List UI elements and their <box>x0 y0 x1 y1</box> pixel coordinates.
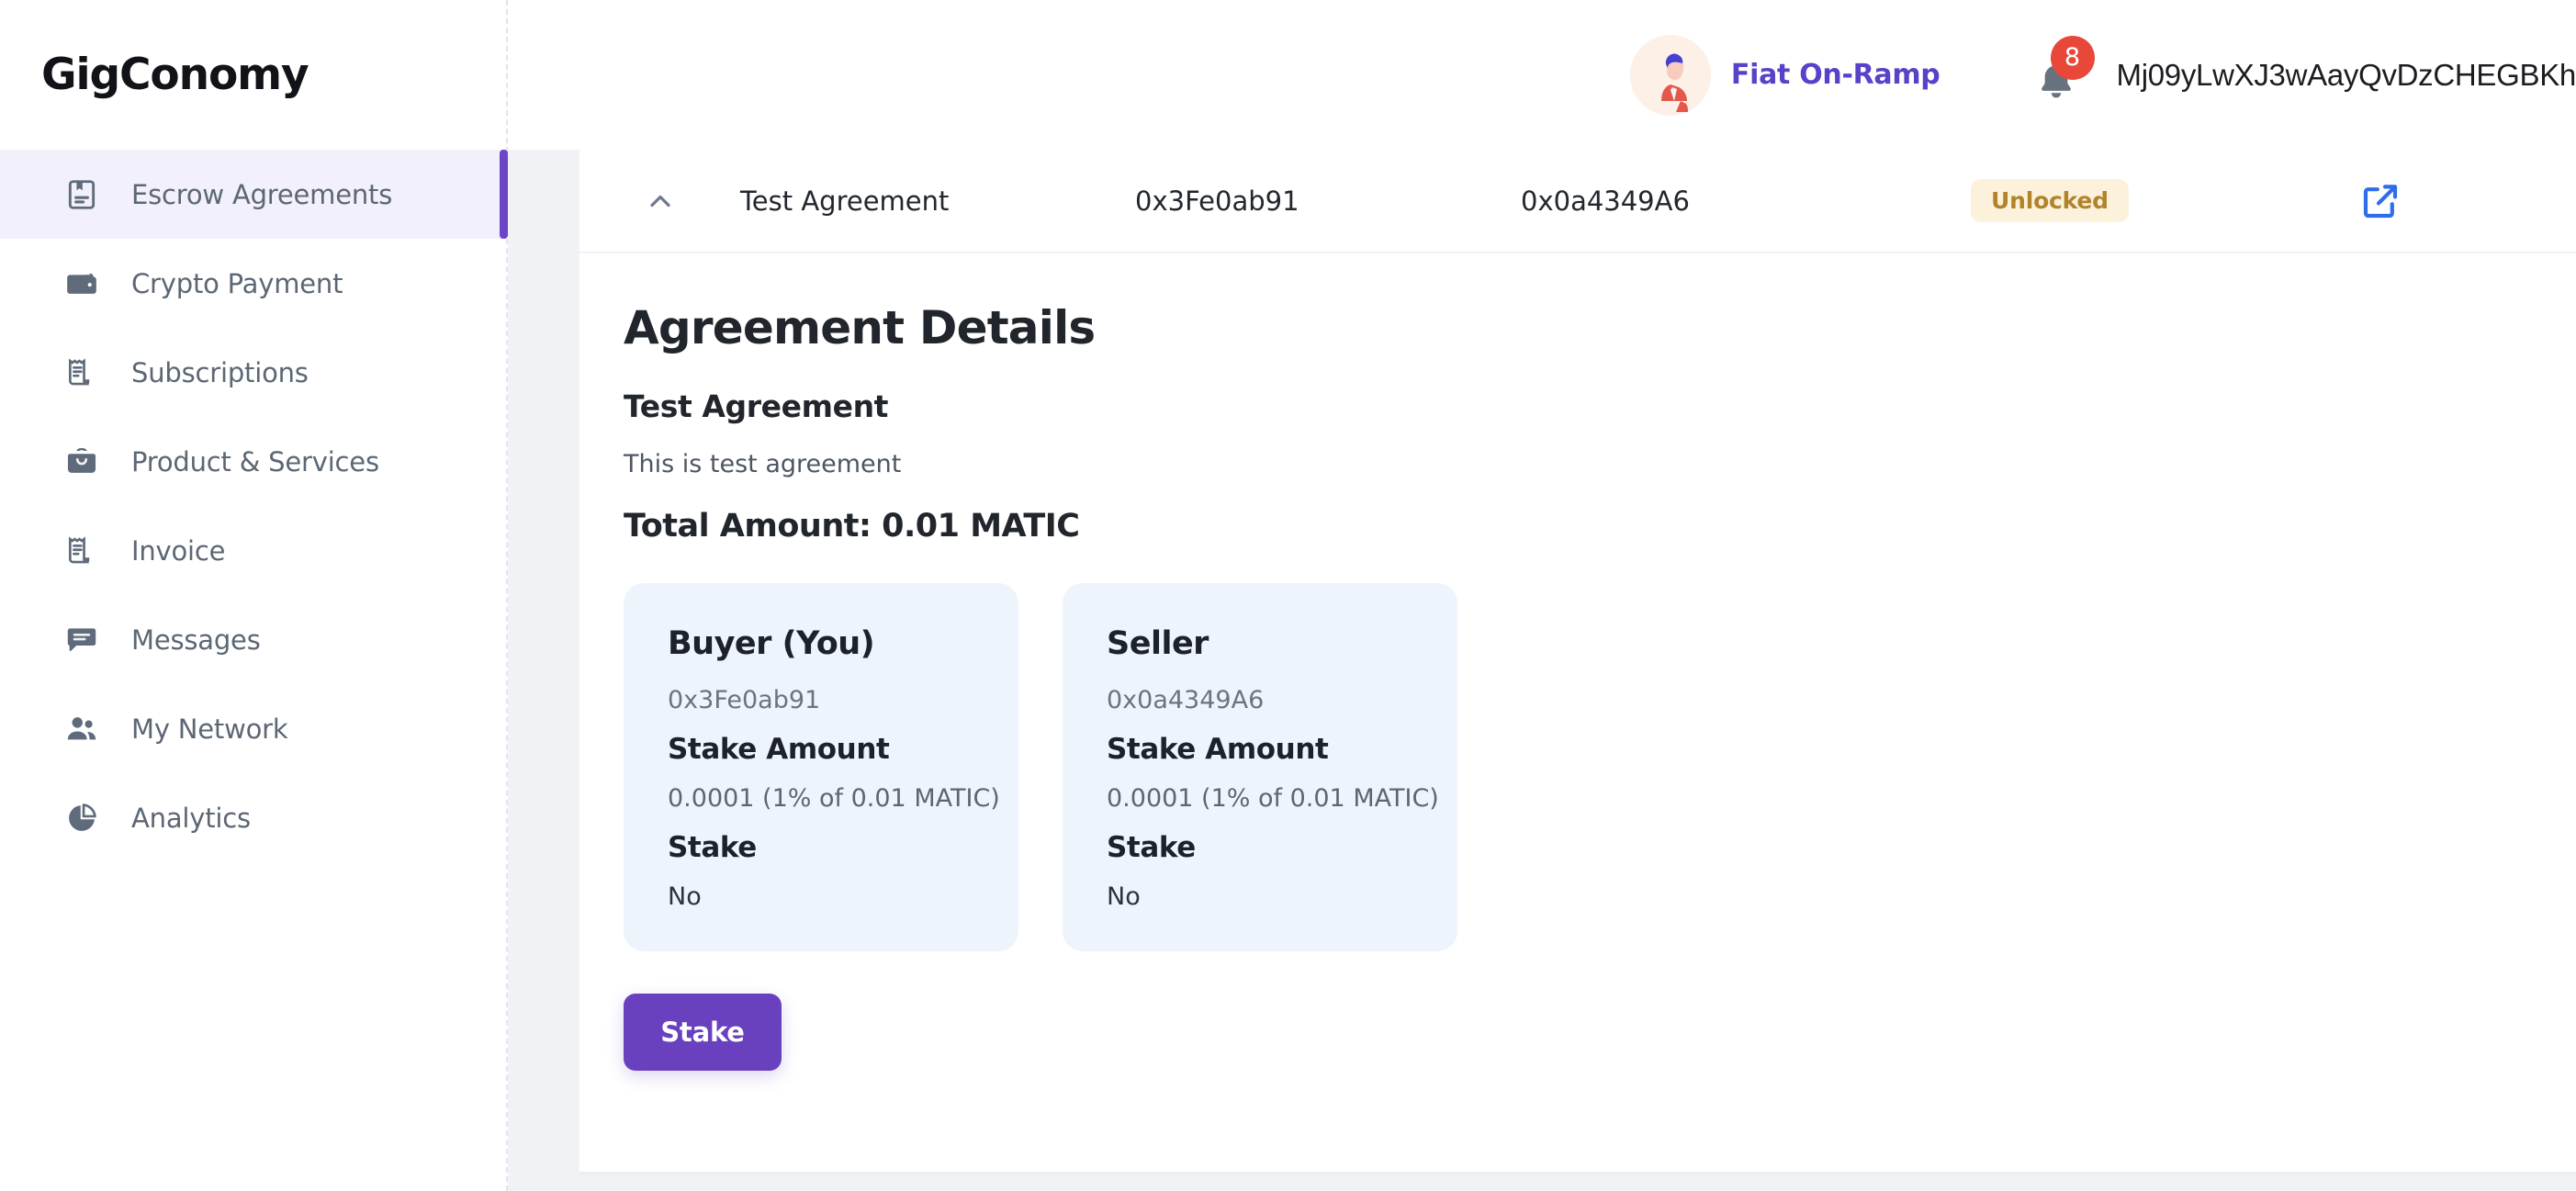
stake-button[interactable]: Stake <box>624 994 782 1071</box>
header-actions: Fiat On-Ramp 8 Mj09yLwXJ3wAayQvDzCHEGBKh <box>1629 0 2576 150</box>
card-bottom-divider <box>579 1172 2576 1174</box>
stake-value: No <box>1107 882 1141 911</box>
receipt-icon <box>62 532 101 570</box>
sidebar-item-subscriptions[interactable]: Subscriptions <box>0 328 506 417</box>
status-cell: Unlocked <box>1907 179 2338 222</box>
pie-chart-icon <box>62 799 101 837</box>
notification-bell-button[interactable]: 8 <box>2032 35 2095 104</box>
sidebar-item-invoice[interactable]: Invoice <box>0 506 506 595</box>
party-address: 0x0a4349A6 <box>1107 686 1265 714</box>
stake-amount-value: 0.0001 (1% of 0.01 MATIC) <box>668 784 1000 813</box>
shopping-bag-icon <box>62 443 101 481</box>
sidebar-item-label: Analytics <box>131 802 251 834</box>
stake-label: Stake <box>1107 831 1196 864</box>
sidebar: GigConomy Escrow Agreements Crypto Payme… <box>0 0 508 1191</box>
user-avatar-illustration[interactable] <box>1629 34 1711 116</box>
sidebar-nav: Escrow Agreements Crypto Payment Subscri… <box>0 150 508 862</box>
main-content: Test Agreement 0x3Fe0ab91 0x0a4349A6 Unl… <box>508 150 2576 1191</box>
stake-amount-label: Stake Amount <box>668 733 890 766</box>
sidebar-item-label: Subscriptions <box>131 356 309 388</box>
agreement-total-amount: Total Amount: 0.01 MATIC <box>624 508 1080 545</box>
sidebar-item-my-network[interactable]: My Network <box>0 684 506 773</box>
sidebar-item-label: Invoice <box>131 534 226 567</box>
buyer-card: Buyer (You) 0x3Fe0ab91 Stake Amount 0.00… <box>624 583 1018 951</box>
status-badge: Unlocked <box>1971 179 2129 222</box>
party-cards: Buyer (You) 0x3Fe0ab91 Stake Amount 0.00… <box>624 583 2576 951</box>
agreement-seller-address: 0x0a4349A6 <box>1521 185 1690 217</box>
sidebar-item-escrow-agreements[interactable]: Escrow Agreements <box>0 150 508 239</box>
stake-label: Stake <box>668 831 757 864</box>
page-title: Agreement Details <box>624 301 1096 354</box>
party-address: 0x3Fe0ab91 <box>668 686 821 714</box>
sidebar-item-crypto-payment[interactable]: Crypto Payment <box>0 239 506 328</box>
stake-amount-label: Stake Amount <box>1107 733 1329 766</box>
chat-bubble-icon <box>62 621 101 659</box>
row-actions <box>2338 179 2576 223</box>
sidebar-item-label: Crypto Payment <box>131 267 343 299</box>
wallet-icon <box>62 264 101 303</box>
top-header: Fiat On-Ramp 8 Mj09yLwXJ3wAayQvDzCHEGBKh <box>508 0 2576 150</box>
brand-logo[interactable]: GigConomy <box>0 0 506 150</box>
app-root: GigConomy Escrow Agreements Crypto Payme… <box>0 0 2576 1191</box>
sidebar-item-label: Escrow Agreements <box>131 178 393 210</box>
brand-name: GigConomy <box>41 50 309 100</box>
sidebar-item-label: Messages <box>131 624 261 656</box>
sidebar-item-product-services[interactable]: Product & Services <box>0 417 506 506</box>
seller-card: Seller 0x0a4349A6 Stake Amount 0.0001 (1… <box>1063 583 1457 951</box>
people-icon <box>62 710 101 748</box>
book-agreement-icon <box>62 175 101 214</box>
sidebar-item-messages[interactable]: Messages <box>0 595 506 684</box>
sidebar-item-label: My Network <box>131 713 288 745</box>
fiat-on-ramp-link[interactable]: Fiat On-Ramp <box>1731 59 1940 91</box>
external-link-icon[interactable] <box>2358 179 2402 223</box>
agreement-card: Test Agreement 0x3Fe0ab91 0x0a4349A6 Unl… <box>579 150 2576 1172</box>
stake-value: No <box>668 882 702 911</box>
agreement-buyer-address: 0x3Fe0ab91 <box>1135 185 1299 217</box>
agreement-summary-row[interactable]: Test Agreement 0x3Fe0ab91 0x0a4349A6 Unl… <box>579 150 2576 253</box>
agreement-name: Test Agreement <box>624 388 889 424</box>
sidebar-item-analytics[interactable]: Analytics <box>0 773 506 862</box>
party-role: Buyer (You) <box>668 625 875 662</box>
sidebar-item-label: Product & Services <box>131 445 379 478</box>
wallet-address[interactable]: Mj09yLwXJ3wAayQvDzCHEGBKh <box>2117 58 2576 93</box>
notification-count-badge: 8 <box>2050 35 2095 80</box>
stake-amount-value: 0.0001 (1% of 0.01 MATIC) <box>1107 784 1439 813</box>
party-role: Seller <box>1107 625 1209 662</box>
agreement-details-panel: Agreement Details Test Agreement This is… <box>579 253 2576 1071</box>
chevron-up-icon[interactable] <box>579 185 740 218</box>
receipt-icon <box>62 354 101 392</box>
agreement-description: This is test agreement <box>624 450 902 478</box>
agreement-title: Test Agreement <box>740 185 950 217</box>
